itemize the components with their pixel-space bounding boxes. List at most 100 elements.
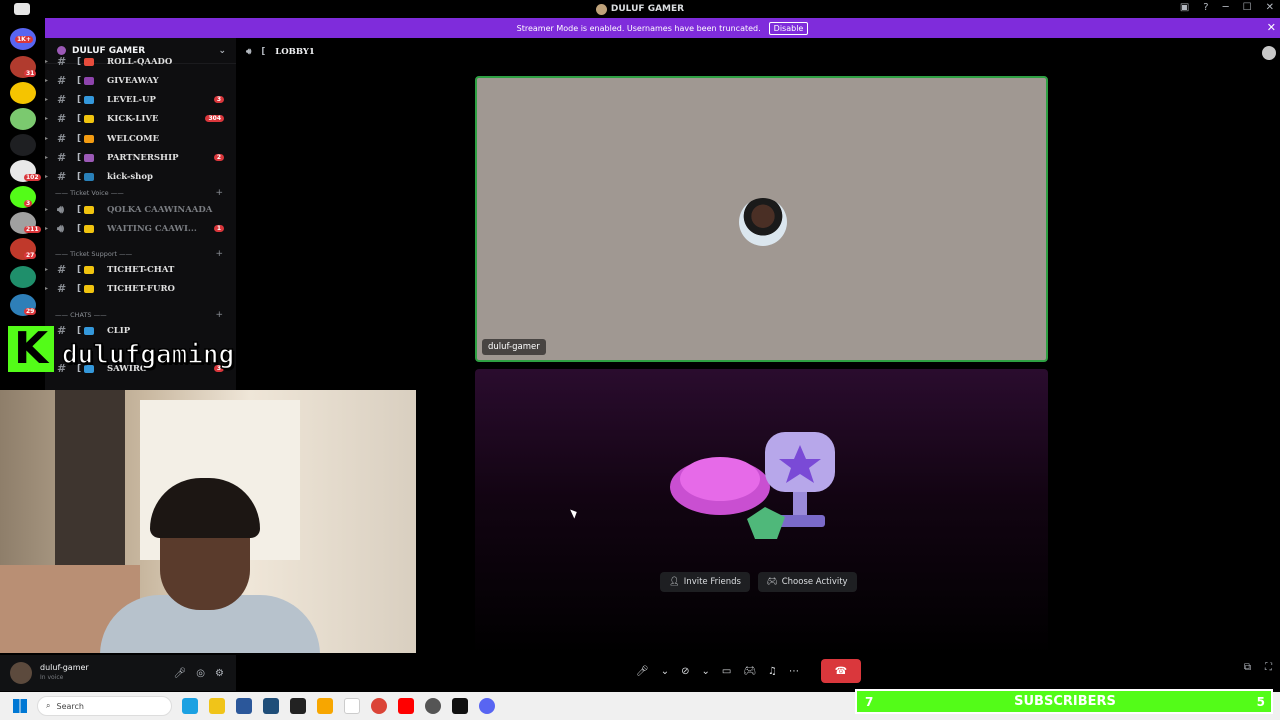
microphone-icon[interactable]: 🎤︎ — [636, 666, 649, 677]
youtube-icon[interactable] — [398, 698, 414, 714]
server-icon[interactable] — [10, 108, 36, 130]
chrome-icon[interactable] — [371, 698, 387, 714]
discord-icon[interactable] — [479, 698, 495, 714]
channel-emoji-icon — [84, 153, 94, 162]
bracket: [ — [77, 133, 82, 144]
minimize-button[interactable]: ─ — [1223, 2, 1229, 13]
maximize-button[interactable]: ☐ — [1243, 2, 1252, 13]
channel-name: WELCOME — [107, 133, 160, 144]
category-line: —— — [55, 250, 68, 258]
choose-activity-button[interactable]: 🎮︎ Choose Activity — [757, 572, 857, 592]
video-tile-user[interactable]: duluf-gamer — [475, 76, 1048, 362]
voice-channel-item[interactable]: ▸ 🔊︎ [QOLKA CAAWINAADA — [45, 200, 236, 219]
channel-emoji-icon — [84, 224, 94, 233]
disable-button[interactable]: Disable — [768, 21, 809, 35]
gear-icon[interactable]: ⚙ — [215, 668, 224, 679]
server-icon[interactable] — [10, 266, 36, 288]
discord-logo-icon[interactable] — [14, 3, 30, 15]
channel-emoji-icon — [84, 284, 94, 293]
activity-icon[interactable]: 🎮︎ — [743, 666, 756, 677]
brand-name: dulufgaming — [61, 339, 235, 371]
edge-icon[interactable] — [182, 698, 198, 714]
bracket: [ — [77, 171, 82, 182]
disconnect-button[interactable]: ☎ — [821, 659, 861, 683]
search-input[interactable]: ⌕ Search — [37, 696, 172, 716]
folder-icon[interactable] — [209, 698, 225, 714]
channel-item[interactable]: ▸ # [TICHET-CHAT — [45, 260, 236, 279]
invite-friends-button[interactable]: 👤︎ Invite Friends — [660, 572, 750, 592]
voice-channel-item[interactable]: ▸ 🔊︎ [WAITING CAAWI... 1 — [45, 219, 236, 238]
channel-emoji-icon — [84, 172, 94, 181]
category-line: —— — [93, 311, 107, 319]
server-icon[interactable] — [10, 134, 36, 156]
add-channel-icon[interactable]: + — [215, 310, 223, 320]
category-line: —— — [119, 250, 133, 258]
channel-category[interactable]: —— Ticket Voice —— + — [55, 186, 235, 200]
user-info[interactable]: duluf-gamer In voice — [40, 663, 89, 683]
channel-emoji-icon — [84, 265, 94, 274]
channel-emoji-icon — [84, 95, 94, 104]
bracket: [ — [77, 94, 82, 105]
windows-start-icon[interactable] — [13, 699, 27, 713]
inbox-icon[interactable]: ▣ — [1180, 2, 1189, 13]
server-icon[interactable] — [10, 186, 36, 208]
channel-item[interactable]: ▸ # [ kick-shop — [45, 167, 236, 186]
server-icon[interactable] — [10, 82, 36, 104]
headphones-icon[interactable]: ◎ — [196, 668, 205, 679]
channel-item[interactable]: ▸ # [PARTNERSHIP 2 — [45, 148, 236, 167]
category-name: CHATS — [70, 311, 92, 319]
channel-emoji-icon — [84, 134, 94, 143]
close-banner-icon[interactable]: ✕ — [1267, 21, 1276, 34]
yandex-icon[interactable] — [344, 698, 360, 714]
expand-arrow-icon[interactable]: ▸ — [45, 115, 48, 122]
microphone-icon[interactable]: 🎤︎ — [174, 668, 187, 679]
channel-name: KICK-LIVE — [107, 113, 159, 124]
channel-item[interactable]: ▸ # [TICHET-FURO — [45, 279, 236, 298]
more-icon[interactable]: ⋯ — [789, 666, 799, 677]
expand-arrow-icon[interactable]: ▸ — [45, 135, 48, 142]
fullscreen-icon[interactable]: ⛶ — [1265, 662, 1272, 673]
capcut-icon[interactable] — [452, 698, 468, 714]
window-controls: ▣ ? ─ ☐ ✕ — [1180, 2, 1274, 13]
inbox-avatar-icon[interactable] — [1262, 46, 1276, 60]
expand-arrow-icon[interactable]: ▸ — [45, 154, 48, 161]
rockstar-icon[interactable] — [317, 698, 333, 714]
unread-badge: 2 — [213, 154, 224, 161]
channel-item[interactable]: ▸ # [KICK-LIVE 304 — [45, 109, 236, 128]
expand-arrow-icon[interactable]: ▸ — [45, 206, 48, 213]
app-icon[interactable] — [263, 698, 279, 714]
expand-arrow-icon[interactable]: ▸ — [45, 58, 48, 65]
channel-category[interactable]: —— CHATS —— + — [55, 308, 235, 322]
store-icon[interactable] — [236, 698, 252, 714]
avatar[interactable] — [10, 662, 32, 684]
camera-off-icon[interactable]: ⊘ — [681, 666, 689, 677]
steam-icon[interactable] — [425, 698, 441, 714]
unread-badge: 3 — [213, 96, 224, 103]
channel-item[interactable]: ▸ # [GIVEAWAY — [45, 71, 236, 90]
soundboard-icon[interactable]: ♫ — [768, 666, 777, 677]
hash-icon: # — [57, 170, 67, 183]
add-channel-icon[interactable]: + — [215, 188, 223, 198]
epic-games-icon[interactable] — [290, 698, 306, 714]
chevron-down-icon[interactable]: ⌄ — [701, 666, 709, 677]
close-button[interactable]: ✕ — [1266, 2, 1274, 13]
expand-arrow-icon[interactable]: ▸ — [45, 77, 48, 84]
channel-item[interactable]: ▸ # [LEVEL-UP 3 — [45, 90, 236, 109]
channel-item[interactable]: ▸ # [WELCOME — [45, 129, 236, 148]
channel-name: kick-shop — [107, 171, 153, 182]
bracket: [ — [77, 152, 82, 163]
channel-item[interactable]: ▸ # [ROLL-QAADO — [45, 52, 236, 71]
help-icon[interactable]: ? — [1203, 2, 1208, 13]
channel-category[interactable]: —— Ticket Support —— + — [55, 247, 235, 261]
screen-share-icon[interactable]: ▭ — [722, 666, 731, 677]
expand-arrow-icon[interactable]: ▸ — [45, 96, 48, 103]
expand-arrow-icon[interactable]: ▸ — [45, 266, 48, 273]
expand-arrow-icon[interactable]: ▸ — [45, 225, 48, 232]
chevron-down-icon[interactable]: ⌄ — [661, 666, 669, 677]
server-badge: 29 — [24, 308, 37, 315]
popout-icon[interactable]: ⧉ — [1244, 662, 1251, 673]
expand-arrow-icon[interactable]: ▸ — [45, 285, 48, 292]
add-channel-icon[interactable]: + — [215, 249, 223, 259]
channel-emoji-icon — [84, 76, 94, 85]
expand-arrow-icon[interactable]: ▸ — [45, 173, 48, 180]
